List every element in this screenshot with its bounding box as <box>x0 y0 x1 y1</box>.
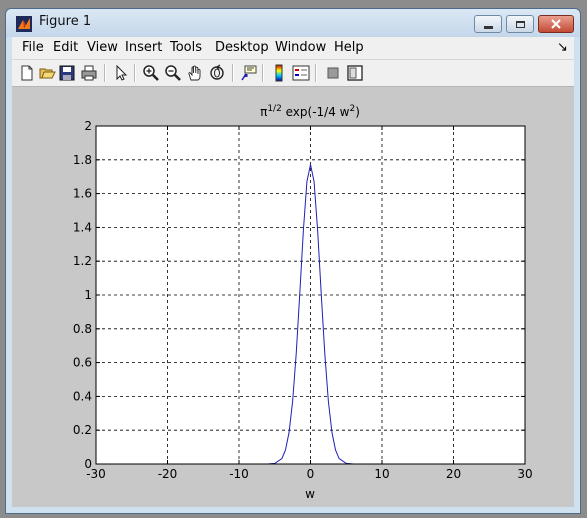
y-tick-label: 1 <box>84 288 92 302</box>
y-tick-label: 0 <box>84 457 92 471</box>
plot-area[interactable]: -30 -20 -10 0 10 20 3000.20.40.60.811.21.41.61… <box>12 87 576 509</box>
figure-canvas: -30 -20 -10 0 10 20 30 0 0.2 0.4 0.6 0.8 1 1.2 1.4 1.6 1… <box>12 87 574 507</box>
x-tick-label: 0 <box>307 467 315 481</box>
y-tick-label: 1.4 <box>73 220 92 234</box>
maximize-button[interactable] <box>506 15 534 33</box>
close-button[interactable] <box>538 15 574 33</box>
toolbar-separator <box>262 64 264 82</box>
colorbar-icon[interactable] <box>270 64 288 82</box>
toolbar-separator <box>104 64 106 82</box>
save-icon[interactable] <box>58 64 76 82</box>
x-tick-label: 20 <box>446 467 461 481</box>
toolbar-separator <box>315 64 317 82</box>
menu-help[interactable]: Help <box>334 40 364 55</box>
close-icon <box>551 19 561 29</box>
zoom-out-icon[interactable] <box>164 64 182 82</box>
y-tick-label: 1.6 <box>73 187 92 201</box>
dock-arrow-icon[interactable]: ↘ <box>557 40 568 55</box>
minimize-icon <box>483 25 493 29</box>
matlab-figure-icon <box>16 16 32 32</box>
y-tick-label: 0.8 <box>73 322 92 336</box>
x-axis-label: w <box>305 487 315 501</box>
rotate-3d-icon[interactable] <box>208 64 226 82</box>
menu-window[interactable]: Window <box>275 40 326 55</box>
x-tick-label: 10 <box>374 467 389 481</box>
menu-file[interactable]: File <box>22 40 44 55</box>
y-tick-label: 1.2 <box>73 254 92 268</box>
y-tick-label: 0.4 <box>73 389 92 403</box>
edit-plot-arrow-icon[interactable] <box>112 64 130 82</box>
data-cursor-icon[interactable] <box>240 64 258 82</box>
maximize-icon <box>515 20 525 28</box>
new-figure-icon[interactable] <box>18 64 36 82</box>
x-tick-label: -20 <box>158 467 178 481</box>
minimize-button[interactable] <box>474 15 502 33</box>
title-bar[interactable]: Figure 1 <box>6 9 580 37</box>
legend-icon[interactable] <box>292 64 310 82</box>
hide-plot-tools-icon[interactable] <box>324 64 342 82</box>
menu-desktop[interactable]: Desktop <box>215 40 269 55</box>
x-tick-label: -10 <box>229 467 249 481</box>
y-tick-label: 2 <box>84 119 92 133</box>
open-file-icon[interactable] <box>38 64 56 82</box>
figure-toolbar <box>12 59 574 87</box>
figure-window: Figure 1 File Edit View Insert Tools Des… <box>5 8 581 514</box>
menu-insert[interactable]: Insert <box>125 40 162 55</box>
y-tick-label: 1.8 <box>73 153 92 167</box>
toolbar-separator <box>232 64 234 82</box>
y-tick-label: 0.6 <box>73 356 92 370</box>
chart-title: π1/2 exp(-1/4 w2) <box>260 104 360 119</box>
print-icon[interactable] <box>80 64 98 82</box>
zoom-in-icon[interactable] <box>142 64 160 82</box>
menu-bar: File Edit View Insert Tools Desktop Wind… <box>12 37 574 59</box>
menu-tools[interactable]: Tools <box>170 40 202 55</box>
menu-view[interactable]: View <box>87 40 118 55</box>
x-tick-label: 30 <box>517 467 532 481</box>
pan-hand-icon[interactable] <box>186 64 204 82</box>
toolbar-separator <box>134 64 136 82</box>
show-plot-tools-icon[interactable] <box>346 64 364 82</box>
y-tick-label: 0.2 <box>73 423 92 437</box>
window-title: Figure 1 <box>39 14 92 29</box>
menu-edit[interactable]: Edit <box>53 40 78 55</box>
